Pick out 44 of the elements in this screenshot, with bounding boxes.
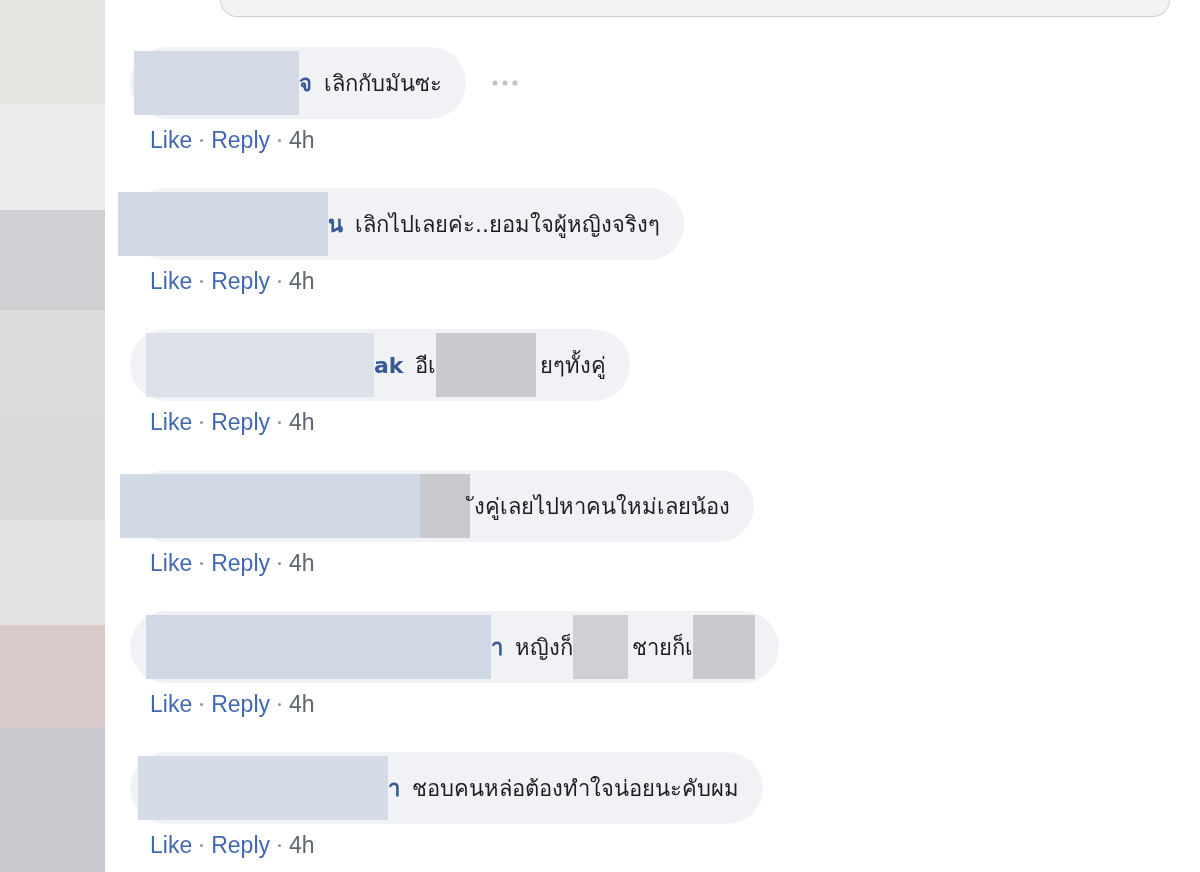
like-link[interactable]: Like <box>150 831 193 859</box>
more-options-icon[interactable] <box>492 80 518 86</box>
like-link[interactable]: Like <box>150 408 193 436</box>
separator-dot <box>278 702 281 706</box>
separator-dot <box>278 843 281 847</box>
reply-link[interactable]: Reply <box>211 831 270 859</box>
commenter-name[interactable]: จ <box>299 65 312 101</box>
comment-text: ยๆทั้งคู่ <box>539 349 607 381</box>
commenter-name[interactable]: น <box>328 206 343 242</box>
separator-dot <box>200 561 204 565</box>
comment-time: 4h <box>289 408 315 436</box>
separator-dot <box>200 702 204 706</box>
separator-dot <box>278 138 281 142</box>
commenter-name[interactable]: ak <box>374 352 404 378</box>
comment-time: 4h <box>289 126 315 154</box>
comment-time: 4h <box>289 267 315 295</box>
separator-dot <box>278 420 281 424</box>
comment-text: ชายก็เ <box>631 632 693 662</box>
like-link[interactable]: Like <box>150 549 193 577</box>
comment-text: ชอบคนหล่อต้องทำใจน่อยนะคับผม <box>411 774 739 803</box>
comment-time: 4h <box>289 831 315 859</box>
separator-dot <box>278 279 281 283</box>
separator-dot <box>200 420 204 424</box>
like-link[interactable]: Like <box>150 267 193 295</box>
comment-input-field[interactable] <box>220 0 1170 17</box>
like-link[interactable]: Like <box>150 126 193 154</box>
comment-text: เลิกกับมันซะ <box>323 69 442 98</box>
reply-link[interactable]: Reply <box>211 549 270 577</box>
like-link[interactable]: Like <box>150 690 193 718</box>
comment-text: หญิงก็ <box>514 632 573 662</box>
separator-dot <box>278 561 281 565</box>
reply-link[interactable]: Reply <box>211 126 270 154</box>
reply-link[interactable]: Reply <box>211 408 270 436</box>
comment-text: เลิกไปเลยค่ะ..ยอมใจผู้หญิงจริงๆ <box>354 210 660 240</box>
commenter-name[interactable]: า <box>388 770 400 806</box>
separator-dot <box>200 138 204 142</box>
reply-link[interactable]: Reply <box>211 267 270 295</box>
comment-time: 4h <box>289 690 315 718</box>
reply-link[interactable]: Reply <box>211 690 270 718</box>
comment-time: 4h <box>289 549 315 577</box>
separator-dot <box>200 279 204 283</box>
comment-text: อีเ <box>414 351 437 380</box>
commenter-name[interactable]: า <box>491 629 503 665</box>
separator-dot <box>200 843 204 847</box>
